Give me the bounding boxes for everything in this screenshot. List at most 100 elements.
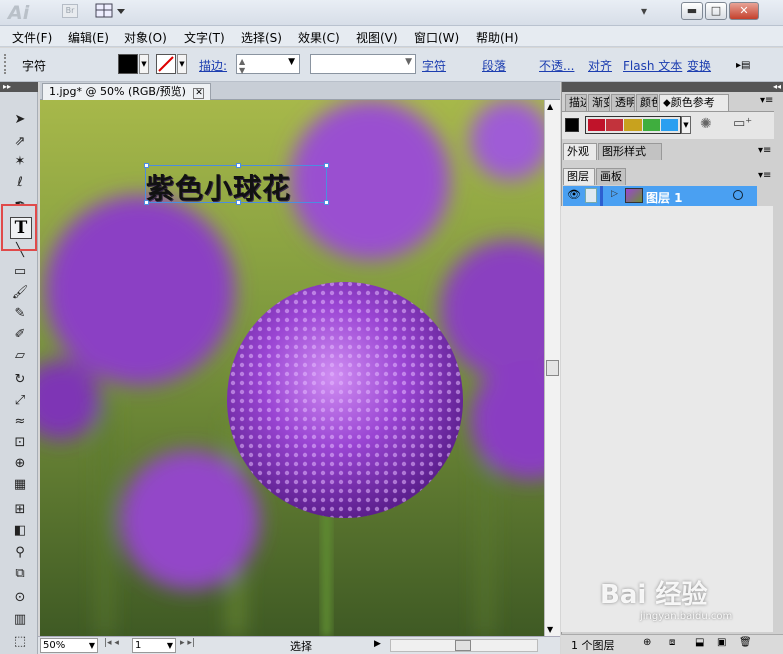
stroke-swatch[interactable] [156,54,176,74]
expand-layer-icon[interactable]: ▷ [611,189,618,199]
delete-layer-icon[interactable]: 🗑 [739,637,752,648]
save-swatch-group-icon[interactable]: ▭⁺ [733,116,752,131]
menu-window[interactable]: 窗口(W) [414,29,459,46]
character-link[interactable]: 字符 [422,57,446,74]
fill-dropdown[interactable]: ▼ [139,54,149,74]
harmony-swatch[interactable] [642,119,660,131]
panel-menu-icon[interactable]: ▾ [641,4,647,18]
dock-header[interactable]: ◂◂ [562,82,783,92]
harmony-swatch[interactable] [606,119,624,131]
column-graph-icon[interactable]: ▥ [9,610,31,630]
eraser-icon[interactable]: ▱ [9,346,31,366]
horizontal-scrollbar[interactable] [390,639,538,652]
artboard-canvas[interactable]: 紫色小球花 [40,100,544,636]
arrange-documents-icon[interactable] [95,3,127,19]
scale-tool-icon[interactable]: ⤢ [9,391,31,411]
panel-menu-icon-top[interactable]: ▾≡ [760,95,773,106]
lock-toggle[interactable] [585,188,597,203]
horizontal-scroll-thumb[interactable] [455,640,471,651]
harmony-colors[interactable] [585,116,681,134]
scroll-down-icon[interactable]: ▼ [547,625,553,634]
magic-wand-icon[interactable]: ✶ [9,152,31,172]
layer-name[interactable]: 图层 1 [646,189,683,206]
opacity-link[interactable]: 不透... [539,57,574,74]
menu-help[interactable]: 帮助(H) [476,29,518,46]
harmony-swatch[interactable] [588,119,606,131]
close-tab-icon[interactable]: ✕ [193,88,205,99]
color-wheel-icon[interactable]: ✺ [700,116,712,132]
stroke-dropdown[interactable]: ▼ [177,54,187,74]
close-button[interactable]: ✕ [729,2,759,20]
document-tab[interactable]: 1.jpg* @ 50% (RGB/预览) ✕ [42,83,212,100]
pencil-icon[interactable]: ✎ [9,304,31,324]
tab-color-guide[interactable]: ⬥颜色参考 [659,94,729,111]
rectangle-tool-icon[interactable]: ▭ [9,262,31,282]
menu-edit[interactable]: 编辑(E) [68,29,109,46]
menu-view[interactable]: 视图(V) [356,29,398,46]
locate-object-icon[interactable]: ⊕ [643,637,651,648]
menu-type[interactable]: 文字(T) [184,29,225,46]
tab-transparency[interactable]: 透明 [611,94,635,111]
clipping-mask-icon[interactable]: ⧈ [669,637,675,648]
tab-stroke[interactable]: 描边 [565,94,587,111]
visibility-eye-icon[interactable]: 👁 [567,188,581,201]
page-field[interactable]: 1 ▼ [132,638,176,653]
blob-brush-icon[interactable]: ✐ [9,325,31,345]
rotate-tool-icon[interactable]: ↻ [9,370,31,390]
options-icon[interactable]: ▸▤ [736,60,750,71]
grip-handle[interactable] [4,54,8,74]
menu-select[interactable]: 选择(S) [241,29,282,46]
flash-text-link[interactable]: Flash 文本 [623,57,682,74]
tab-color[interactable]: 颜色 [636,94,658,111]
base-color-swatch[interactable] [565,118,579,132]
text-bounding-box[interactable]: 紫色小球花 [144,163,329,205]
perspective-grid-icon[interactable]: ▦ [9,475,31,495]
free-transform-icon[interactable]: ⊡ [9,433,31,453]
tab-graphic-styles[interactable]: 图形样式 [598,143,662,160]
paintbrush-icon[interactable]: 🖌 [9,283,31,303]
style-field[interactable]: ▼ [310,54,416,74]
toolbox-header[interactable]: ▸▸ [0,82,38,92]
stroke-label[interactable]: 描边: [199,57,227,74]
canvas-text[interactable]: 紫色小球花 [146,167,291,207]
align-link[interactable]: 对齐 [588,57,612,74]
symbol-sprayer-icon[interactable]: ⊙ [9,588,31,608]
harmony-swatch[interactable] [624,119,642,131]
harmony-dropdown[interactable]: ▼ [681,116,691,134]
status-menu-icon[interactable]: ▶ [374,639,381,649]
bridge-button[interactable]: Br [62,4,78,18]
minimize-button[interactable]: ▬ [681,2,703,20]
mesh-tool-icon[interactable]: ⊞ [9,500,31,520]
first-page-icon[interactable]: |◂ ◂ [104,638,119,648]
shape-builder-icon[interactable]: ⊕ [9,454,31,474]
vertical-scrollbar[interactable]: ▲ ▼ [544,100,560,636]
selection-tool-icon[interactable]: ➤ [9,110,31,130]
blend-tool-icon[interactable]: ⧉ [9,564,31,584]
panel-menu-icon-layers[interactable]: ▾≡ [758,170,771,181]
artboard-tool-icon[interactable]: ⬚ [9,632,31,652]
zoom-field[interactable]: 50% ▼ [40,638,98,653]
tab-layers[interactable]: 图层 [563,168,595,185]
fill-swatch[interactable] [118,54,138,74]
menu-object[interactable]: 对象(O) [124,29,167,46]
paragraph-link[interactable]: 段落 [482,57,506,74]
gradient-tool-icon[interactable]: ◧ [9,521,31,541]
direct-selection-icon[interactable]: ⇗ [9,132,31,152]
vertical-scroll-thumb[interactable] [546,360,559,376]
stroke-weight-field[interactable]: ▲ ▼ ▼ [236,54,300,75]
menu-effect[interactable]: 效果(C) [298,29,340,46]
transform-link[interactable]: 变换 [687,57,711,74]
warp-tool-icon[interactable]: ≈ [9,412,31,432]
menu-file[interactable]: 文件(F) [12,29,52,46]
tab-artboards[interactable]: 画板 [596,168,626,185]
harmony-swatch[interactable] [660,119,679,131]
lasso-icon[interactable]: ℓ [9,173,31,193]
new-sublayer-icon[interactable]: ⬓ [695,637,704,648]
next-page-icon[interactable]: ▸ ▸| [180,638,195,648]
new-layer-icon[interactable]: ▣ [717,637,726,648]
restore-button[interactable]: □ [705,2,727,20]
scroll-up-icon[interactable]: ▲ [547,102,553,111]
status-mode[interactable]: 选择 [290,638,312,654]
eyedropper-icon[interactable]: ⚲ [9,543,31,563]
target-circle-icon[interactable] [733,190,743,200]
